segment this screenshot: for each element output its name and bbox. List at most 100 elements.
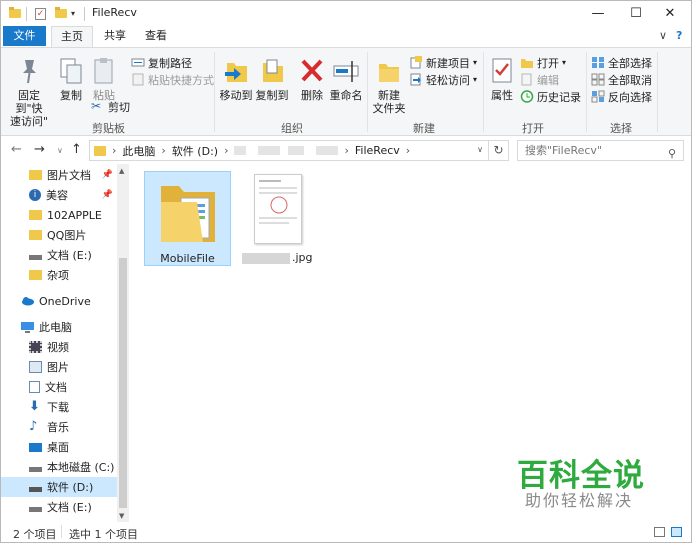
nav-item-documents[interactable]: 文档 <box>1 377 117 397</box>
help-icon[interactable]: ? <box>676 29 682 42</box>
large-icons-view-icon[interactable] <box>671 527 682 537</box>
nav-item-docs-e[interactable]: 文档 (E:) <box>1 245 117 265</box>
explorer-window: ✓ ▾ FileRecv — ☐ ✕ 文件 主页 共享 查看 ∨ ? 固定到"快… <box>0 0 692 543</box>
nav-label: 102APPLE <box>47 208 102 222</box>
nav-item-music[interactable]: ♪ 音乐 <box>1 417 117 437</box>
group-divider <box>483 52 484 132</box>
new-item-button[interactable]: 新建项目 ▾ <box>409 54 477 71</box>
close-button[interactable]: ✕ <box>647 1 692 26</box>
select-none-icon <box>591 73 605 86</box>
recent-locations-icon[interactable]: ∨ <box>57 146 63 155</box>
file-name: MobileFile <box>160 252 215 265</box>
tab-home[interactable]: 主页 <box>51 26 93 47</box>
move-to-button[interactable]: 移动到 <box>219 56 253 102</box>
scroll-down-icon[interactable]: ▼ <box>119 512 124 520</box>
nav-item-software-d[interactable]: 软件 (D:) <box>1 477 117 497</box>
address-dropdown-icon[interactable]: ∨ <box>477 145 483 154</box>
breadcrumb-this-pc[interactable]: 此电脑 <box>122 143 155 159</box>
nav-item-videos[interactable]: 视频 <box>1 337 117 357</box>
nav-item-desktop[interactable]: 桌面 <box>1 437 117 457</box>
nav-item-downloads[interactable]: ⬇ 下载 <box>1 397 117 417</box>
cut-label: 剪切 <box>108 100 130 114</box>
title-bar: ✓ ▾ FileRecv — ☐ ✕ <box>1 1 691 26</box>
delete-label: 删除 <box>301 89 323 102</box>
tab-file[interactable]: 文件 <box>3 26 46 46</box>
open-icon <box>520 56 534 69</box>
up-arrow-icon[interactable]: ↑ <box>71 142 82 157</box>
copy-to-label: 复制到 <box>255 89 289 102</box>
cut-button[interactable]: ✂ 剪切 <box>91 98 130 115</box>
nav-item-picture-docs[interactable]: 图片文档 📌 <box>1 165 117 185</box>
invert-selection-button[interactable]: 反向选择 <box>591 88 652 105</box>
collapse-ribbon-icon[interactable]: ∨ <box>659 29 667 42</box>
pin-quick-access-label-1: 固定到"快 <box>15 89 43 115</box>
pin-quick-access-button[interactable]: 固定到"快 速访问" <box>5 56 53 128</box>
select-none-button[interactable]: 全部取消 <box>591 71 652 88</box>
back-arrow-icon[interactable]: ← <box>11 142 22 157</box>
paste-shortcut-button[interactable]: 粘贴快捷方式 <box>131 71 214 88</box>
dropdown-arrow-icon: ▾ <box>473 75 478 84</box>
open-button[interactable]: 打开 ▾ <box>520 54 566 71</box>
scrollbar-thumb[interactable] <box>119 258 127 508</box>
copy-path-button[interactable]: 复制路径 <box>131 54 192 71</box>
new-item-label: 新建项目 <box>426 56 470 70</box>
watermark-slogan: 助你轻松解决 <box>525 491 634 510</box>
nav-scrollbar[interactable]: ▲ ▼ <box>117 164 129 522</box>
file-item-image[interactable]: .jpg <box>237 171 323 266</box>
forward-arrow-icon[interactable]: → <box>34 142 45 157</box>
folder-icon <box>94 145 106 156</box>
delete-button[interactable]: 删除 <box>297 56 327 102</box>
nav-label: 桌面 <box>47 441 69 454</box>
new-folder-label-1: 新建 <box>378 89 400 102</box>
details-view-icon[interactable] <box>654 527 665 537</box>
properties-quick-icon[interactable]: ✓ <box>35 6 46 21</box>
edit-button[interactable]: 编辑 <box>520 71 559 88</box>
breadcrumb-current[interactable]: FileRecv <box>355 144 400 157</box>
address-bar[interactable]: › 此电脑 › 软件 (D:) › › FileRecv › ∨ <box>89 140 489 161</box>
nav-label: 下载 <box>47 401 69 414</box>
nav-label: 图片 <box>47 361 69 374</box>
clipboard-group-label: 剪贴板 <box>92 122 125 135</box>
search-input[interactable]: 搜索"FileRecv" ⚲ <box>517 140 684 161</box>
breadcrumb-drive-d[interactable]: 软件 (D:) <box>172 143 218 159</box>
nav-item-onedrive[interactable]: OneDrive <box>1 291 117 311</box>
select-all-button[interactable]: 全部选择 <box>591 54 652 71</box>
paste-shortcut-icon <box>131 73 145 86</box>
paste-button[interactable]: 粘贴 <box>89 56 119 102</box>
new-folder-icon <box>375 56 403 86</box>
desktop-icon <box>29 442 42 452</box>
nav-item-docs-e-drive[interactable]: 文档 (E:) <box>1 497 117 517</box>
copy-button[interactable]: 复制 <box>56 56 86 102</box>
nav-item-misc[interactable]: 杂项 <box>1 265 117 285</box>
customize-quick-access-icon[interactable]: ▾ <box>71 6 75 21</box>
blurred-breadcrumb <box>288 146 305 155</box>
document-icon <box>29 381 40 393</box>
new-folder-button[interactable]: 新建 文件夹 <box>371 56 407 115</box>
nav-label: 文档 (E:) <box>47 249 92 262</box>
nav-item-102apple[interactable]: 102APPLE <box>1 205 117 225</box>
scroll-up-icon[interactable]: ▲ <box>119 167 124 175</box>
nav-item-local-disk-c[interactable]: 本地磁盘 (C:) <box>1 457 117 477</box>
nav-item-beauty[interactable]: i 美容 📌 <box>1 185 117 205</box>
window-title: FileRecv <box>92 6 137 19</box>
file-item-folder[interactable]: MobileFile <box>144 171 231 266</box>
history-button[interactable]: 历史记录 <box>520 88 581 105</box>
new-folder-quick-icon[interactable] <box>55 6 67 21</box>
pin-quick-access-label-2: 速访问" <box>9 115 49 128</box>
drive-icon <box>29 254 42 260</box>
blurred-file-name <box>242 253 290 264</box>
properties-button[interactable]: 属性 <box>487 56 517 102</box>
nav-item-pictures[interactable]: 图片 <box>1 357 117 377</box>
drive-icon <box>29 466 42 472</box>
rename-button[interactable]: 重命名 <box>329 56 363 102</box>
nav-label: 音乐 <box>47 421 69 434</box>
easy-access-button[interactable]: 轻松访问 ▾ <box>409 71 477 88</box>
nav-label: 文档 (E:) <box>47 501 92 514</box>
copy-to-button[interactable]: 复制到 <box>255 56 289 102</box>
refresh-button[interactable]: ↻ <box>489 140 509 161</box>
move-to-label: 移动到 <box>219 89 253 102</box>
nav-item-qq-pictures[interactable]: QQ图片 <box>1 225 117 245</box>
tab-share[interactable]: 共享 <box>96 26 134 47</box>
nav-item-this-pc[interactable]: 此电脑 <box>1 317 117 337</box>
tab-view[interactable]: 查看 <box>137 26 175 47</box>
